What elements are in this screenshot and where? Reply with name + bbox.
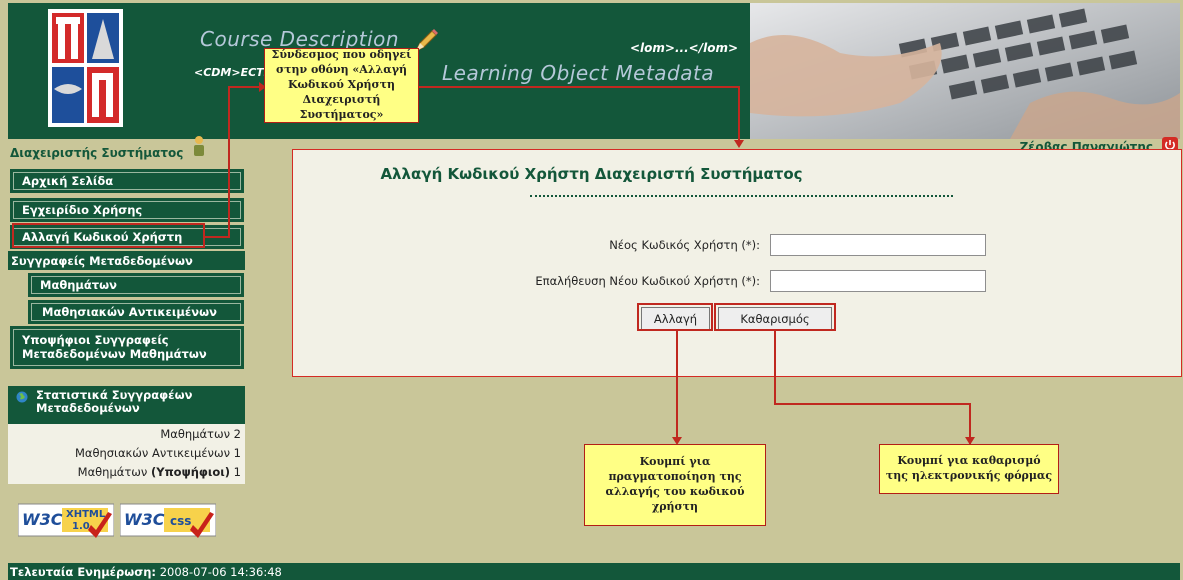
lom-tag-text: <lom>...</lom> <box>630 41 738 55</box>
annotation-highlight-submit <box>637 303 713 331</box>
stats-row-label: Μαθησιακών Αντικειμένων <box>74 446 231 460</box>
user-icon <box>194 136 204 156</box>
nav-courses[interactable]: Μαθημάτων <box>28 273 244 297</box>
stats-row-label-bold: (Υποψήφιοι) <box>151 465 231 479</box>
annotation-line <box>774 403 970 405</box>
new-password-label: Νέος Κωδικός Χρήστη (*): <box>609 238 760 252</box>
stats-row-label: Μαθημάτων <box>160 427 231 441</box>
nav-authors-group: Συγγραφείς Μεταδεδομένων <box>8 251 245 270</box>
stats-row-value: 1 <box>233 446 241 460</box>
annotation-highlight-nav <box>12 223 205 248</box>
annotation-line <box>969 403 971 445</box>
last-update-value: 2008-07-06 14:36:48 <box>159 564 282 579</box>
keyboard-photo <box>750 3 1180 139</box>
annotation-line <box>738 86 740 146</box>
learning-object-metadata-title: Learning Object Metadata <box>442 61 715 85</box>
xhtml-version-label: 1.0 <box>72 521 90 532</box>
annotation-line <box>228 86 264 88</box>
stats-header: Στατιστικά Συγγραφέων Μεταδεδομένων <box>8 386 245 424</box>
change-password-panel <box>292 149 1182 377</box>
stats-row-courses: Μαθημάτων 2 <box>160 427 245 441</box>
stats-list: Μαθημάτων 2 Μαθησιακών Αντικειμένων 1 Μα… <box>8 426 245 484</box>
title-divider <box>530 195 953 197</box>
header-banner: Course Description <CDM>ECTS <lom>...</l… <box>8 3 1180 139</box>
callout-submit-button: Κουμπί για πραγματοποίηση της αλλαγής το… <box>584 444 766 526</box>
confirm-password-label: Επαλήθευση Νέου Κωδικού Χρήστη (*): <box>535 274 760 288</box>
nav-learning-objects[interactable]: Μαθησιακών Αντικειμένων <box>28 300 244 324</box>
nav-candidate-authors[interactable]: Υποψήφιοι Συγγραφείς Μεταδεδομένων Μαθημ… <box>10 326 244 369</box>
annotation-line <box>676 331 678 443</box>
w3c-label: W3C <box>22 510 63 529</box>
stats-row-label: Μαθημάτων <box>77 465 148 479</box>
new-password-input[interactable] <box>770 234 986 256</box>
annotation-highlight-reset <box>714 303 836 331</box>
callout-change-password-link: Σύνδεσμος που οδηγεί στην οθόνη «Αλλαγή … <box>264 48 419 123</box>
w3c-css-badge[interactable]: W3C css <box>120 500 216 540</box>
w3c-label: W3C <box>124 510 165 529</box>
callout-reset-button: Κουμπί για καθαρισμό της ηλεκτρονικής φό… <box>879 444 1059 494</box>
university-logo <box>48 9 123 127</box>
footer-bar: Τελευταία Ενημέρωση: 2008-07-06 14:36:48 <box>8 563 1180 580</box>
stats-row-value: 2 <box>233 427 241 441</box>
annotation-line <box>419 86 739 88</box>
annotation-line <box>205 236 229 238</box>
stats-row-candidate-courses: Μαθημάτων (Υποψήφιοι) 1 <box>78 465 245 479</box>
form-title: Αλλαγή Κωδικού Χρήστη Διαχειριστή Συστήμ… <box>380 165 803 183</box>
confirm-password-input[interactable] <box>770 270 986 292</box>
css-label: css <box>170 514 192 528</box>
nav-manual[interactable]: Εγχειρίδιο Χρήσης <box>10 198 244 222</box>
annotation-line <box>774 331 776 404</box>
stats-row-learning-objects: Μαθησιακών Αντικειμένων 1 <box>75 446 245 460</box>
w3c-xhtml-badge[interactable]: W3C XHTML 1.0 <box>18 500 114 540</box>
xhtml-label: XHTML <box>66 509 106 520</box>
annotation-line <box>228 86 230 238</box>
role-title: Διαχειριστής Συστήματος <box>10 146 184 160</box>
stats-row-value: 1 <box>233 465 241 479</box>
globe-icon <box>16 391 28 403</box>
last-update-label: Τελευταία Ενημέρωση: <box>10 564 157 579</box>
cdm-tag-text: <CDM>ECTS <box>194 66 272 79</box>
stats-title: Στατιστικά Συγγραφέων Μεταδεδομένων <box>36 388 193 416</box>
